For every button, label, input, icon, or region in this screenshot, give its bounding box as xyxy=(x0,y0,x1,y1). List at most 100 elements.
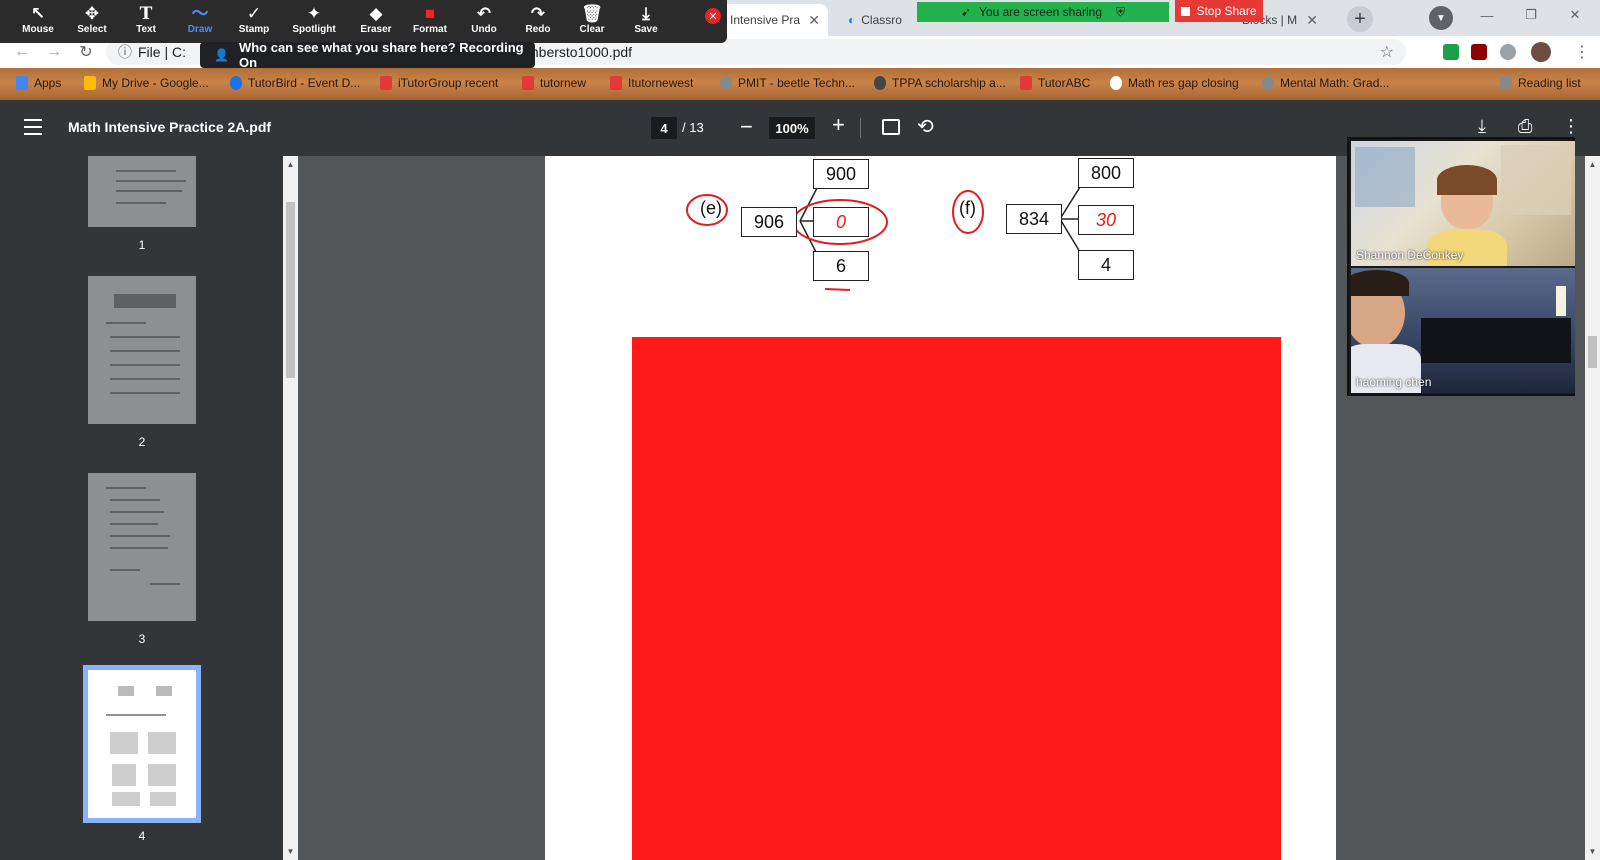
scroll-up-icon[interactable]: ▲ xyxy=(286,160,295,169)
sidebar-scrollbar[interactable]: ▲ ▼ xyxy=(283,156,298,860)
reload-icon[interactable]: ↻ xyxy=(74,40,98,64)
bookmarks-bar: Apps My Drive - Google... TutorBird - Ev… xyxy=(0,68,1600,100)
background-couch xyxy=(1421,318,1571,363)
bookmark-itutorgroup[interactable]: iTutorGroup recent xyxy=(380,76,498,90)
bookmark-label: Apps xyxy=(34,76,62,90)
minimize-window-button[interactable]: — xyxy=(1465,0,1509,30)
document-scrollbar[interactable]: ▲ ▼ xyxy=(1585,156,1600,860)
bookmark-tppa[interactable]: TPPA scholarship a... xyxy=(874,76,1006,90)
save-button[interactable]: ⤓ Save xyxy=(620,4,672,40)
bookmark-tutornew[interactable]: tutornew xyxy=(522,76,586,90)
number-box-ones: 6 xyxy=(813,251,869,281)
reading-list[interactable]: Reading list xyxy=(1500,76,1581,90)
extension-ublock-icon[interactable] xyxy=(1471,44,1487,60)
classroom-icon: ◐ xyxy=(848,13,856,27)
tool-label: Spotlight xyxy=(292,24,336,35)
tab-label: Classro xyxy=(861,13,902,27)
tool-label: Redo xyxy=(525,24,551,35)
close-annotation-icon[interactable]: ✕ xyxy=(705,8,721,24)
bookmark-label: TutorABC xyxy=(1038,76,1091,90)
scroll-down-icon[interactable]: ▼ xyxy=(286,847,295,856)
stop-share-button[interactable]: Stop Share xyxy=(1175,0,1263,22)
bookmark-tutorabc[interactable]: TutorABC xyxy=(1020,76,1090,90)
forward-arrow-icon[interactable]: → xyxy=(42,40,66,64)
save-download-icon: ⤓ xyxy=(642,4,650,23)
scroll-up-icon[interactable]: ▲ xyxy=(1588,160,1597,169)
text-tool-button[interactable]: T Text xyxy=(120,4,172,40)
zoom-level-input[interactable]: 100% xyxy=(769,117,815,139)
fit-to-page-icon[interactable] xyxy=(882,119,900,135)
tab-search-icon[interactable]: ▼ xyxy=(1429,6,1453,30)
screen-sharing-banner[interactable]: ➹ You are screen sharing ⛨ xyxy=(917,2,1169,22)
soccer-icon xyxy=(874,76,886,90)
thumbnail-sidebar: 1 2 3 4 xyxy=(0,156,283,860)
pdf-page-4: (e) 906 900 0 6 (f) 834 800 30 4 xyxy=(545,156,1336,860)
stamp-tool-button[interactable]: ✓ Stamp xyxy=(228,4,280,40)
scroll-down-icon[interactable]: ▼ xyxy=(1588,847,1597,856)
page-thumbnail-2[interactable] xyxy=(88,276,196,424)
bookmark-itutornewest[interactable]: Itutornewest xyxy=(610,76,693,90)
profile-avatar[interactable] xyxy=(1531,42,1551,62)
close-tab-icon[interactable]: ✕ xyxy=(808,12,820,29)
bookmark-tutorbird[interactable]: TutorBird - Event D... xyxy=(230,76,360,90)
eraser-tool-button[interactable]: ◆ Eraser xyxy=(350,4,402,40)
clear-button[interactable]: 🗑 Clear xyxy=(566,4,618,40)
tool-label: Save xyxy=(634,24,658,35)
more-options-icon[interactable]: ⋮ xyxy=(1562,116,1580,137)
zoom-in-button[interactable]: + xyxy=(832,112,845,138)
toolbar-divider xyxy=(860,118,861,138)
itutor-icon xyxy=(380,76,392,90)
tab-classroom[interactable]: ◐ Classro xyxy=(838,4,918,36)
redo-icon: ↷ xyxy=(530,4,546,23)
participant-video[interactable]: Shannon DeConkey xyxy=(1351,141,1575,266)
url-text: mbersto1000.pdf xyxy=(527,44,633,60)
page-number-input[interactable]: 4 xyxy=(651,117,677,139)
wall-poster xyxy=(1355,147,1415,207)
google-drive-icon xyxy=(84,76,96,90)
format-tool-button[interactable]: ■ Format xyxy=(404,4,456,40)
participant-video[interactable]: haoming chen xyxy=(1351,268,1575,393)
close-window-button[interactable]: ✕ xyxy=(1553,0,1597,30)
background-lamp xyxy=(1556,286,1566,316)
extension-evernote-icon[interactable] xyxy=(1443,44,1459,60)
close-tab-icon[interactable]: ✕ xyxy=(1306,12,1318,29)
print-icon[interactable]: ⎙ xyxy=(1518,116,1532,137)
undo-button[interactable]: ↶ Undo xyxy=(458,4,510,40)
tool-label: Draw xyxy=(187,24,213,35)
itutor-icon xyxy=(522,76,534,90)
bookmark-math-res[interactable]: Math res gap closing xyxy=(1110,76,1239,90)
page-thumbnail-4[interactable] xyxy=(83,665,201,823)
select-tool-button[interactable]: ✥ Select xyxy=(66,4,118,40)
scrollbar-thumb[interactable] xyxy=(1588,336,1597,368)
menu-icon[interactable] xyxy=(24,119,42,135)
bookmark-label: Mental Math: Grad... xyxy=(1280,76,1390,90)
magic-wand-icon: ✦ xyxy=(306,4,322,23)
screen: ath Intensive Pra ✕ ◐ Classro Blocks | M… xyxy=(0,0,1600,860)
bookmark-mental-math[interactable]: Mental Math: Grad... xyxy=(1262,76,1389,90)
spotlight-tool-button[interactable]: ✦ Spotlight xyxy=(288,4,340,40)
rotate-icon[interactable]: ⟲ xyxy=(917,114,934,139)
back-arrow-icon[interactable]: ← xyxy=(10,40,34,64)
bookmark-my-drive[interactable]: My Drive - Google... xyxy=(84,76,209,90)
globe-icon xyxy=(1262,76,1274,90)
tool-label: Text xyxy=(136,24,156,35)
draw-tool-button[interactable]: 〜 Draw xyxy=(174,4,226,40)
mouse-tool-button[interactable]: ↖ Mouse xyxy=(12,4,64,40)
page-thumbnail-3[interactable] xyxy=(88,473,196,621)
new-tab-button[interactable]: + xyxy=(1347,6,1373,32)
extensions-puzzle-icon[interactable] xyxy=(1500,44,1516,60)
scrollbar-thumb[interactable] xyxy=(286,202,295,378)
bookmark-pmit[interactable]: PMIT - beetle Techn... xyxy=(720,76,855,90)
download-icon[interactable]: ⤓ xyxy=(1478,116,1486,137)
zoom-out-button[interactable]: − xyxy=(740,114,753,140)
page-thumbnail-1[interactable] xyxy=(88,156,196,227)
bookmark-star-icon[interactable]: ☆ xyxy=(1380,42,1394,62)
redo-button[interactable]: ↷ Redo xyxy=(512,4,564,40)
site-info-icon[interactable]: ⓘ xyxy=(118,42,132,62)
bookmark-apps[interactable]: Apps xyxy=(16,76,61,90)
browser-menu-icon[interactable]: ⋮ xyxy=(1574,42,1590,62)
restore-window-button[interactable]: ❐ xyxy=(1509,0,1553,30)
bookmark-label: Reading list xyxy=(1518,76,1581,90)
text-icon: T xyxy=(139,4,153,24)
tool-label: Mouse xyxy=(22,24,54,35)
